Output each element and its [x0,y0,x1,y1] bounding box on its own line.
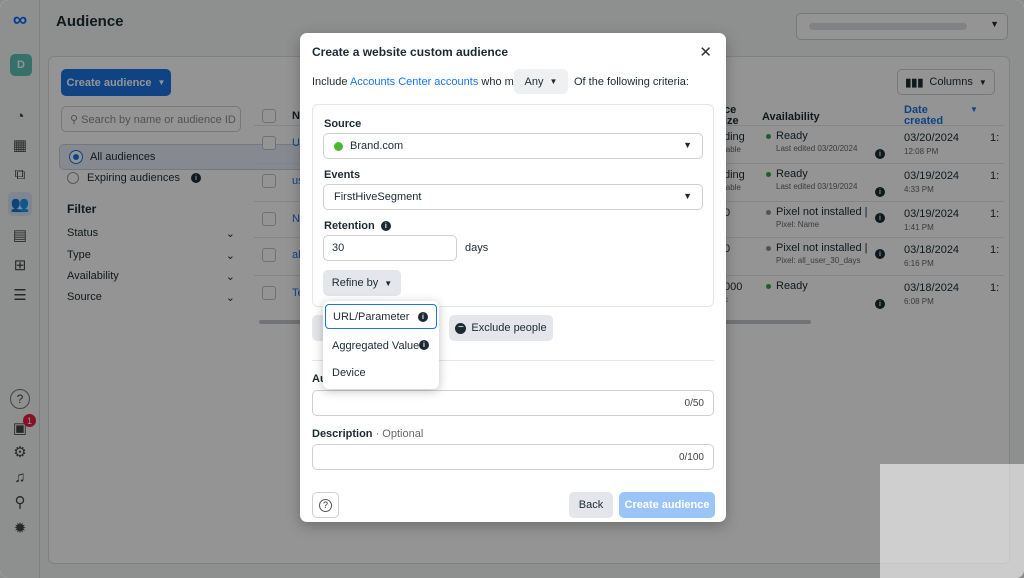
description-char-counter: 0/100 [678,452,704,463]
close-icon[interactable]: ✕ [699,43,712,61]
back-button[interactable]: Back [569,492,613,518]
audience-name-input[interactable]: 0/50 [312,390,714,416]
description-label-text: Description [312,428,373,440]
events-label: Events [324,169,361,181]
menu-item-aggregated-value[interactable]: Aggregated Value i [325,333,437,358]
custom-audience-dialog: Create a website custom audience ✕ Inclu… [300,33,726,522]
caret-down-icon: ▼ [549,77,558,86]
menu-item-device[interactable]: Device [325,360,437,385]
rule-panel: Source Brand.com ▼ Events FirstHiveSegme… [312,104,714,307]
menu-item-label: URL/Parameter [333,310,410,323]
question-icon: ? [319,498,332,512]
caret-down-icon: ▼ [683,191,692,201]
refine-by-button[interactable]: Refine by ▼ [323,270,401,296]
retention-label-text: Retention [324,220,375,232]
app-frame: ∞ D ◔ ▦ ⧉ 👥 ▤ ⊞ ☰ ? ▣ 1 ⚙ ♫ ⚲ ✹ Audience… [0,0,1024,578]
any-all-selector[interactable]: Any ▼ [514,69,568,94]
caret-down-icon: ▼ [384,278,393,288]
menu-item-label: Aggregated Value [332,339,420,352]
exclude-people-label: Exclude people [471,322,547,334]
menu-item-label: Device [332,366,366,379]
name-char-counter: 0/50 [684,398,704,409]
retention-unit: days [465,242,489,254]
source-select[interactable]: Brand.com ▼ [323,133,703,159]
minus-circle-icon: − [455,322,467,334]
exclude-people-button[interactable]: − Exclude people [449,315,553,341]
any-label: Any [524,75,544,88]
dialog-title: Create a website custom audience [312,45,509,59]
corner-overlay-panel [880,464,1024,578]
source-label: Source [324,118,362,130]
events-value: FirstHiveSegment [334,191,422,203]
optional-tag: · Optional [375,428,424,440]
source-value: Brand.com [350,140,404,152]
retention-input[interactable]: 30 [323,235,457,261]
status-dot-icon [334,141,343,151]
help-button[interactable]: ? [312,492,339,518]
create-audience-submit-button[interactable]: Create audience [619,492,715,518]
criteria-suffix: Of the following criteria: [574,76,689,88]
retention-label: Retention i [324,220,391,232]
refine-by-menu: URL/Parameter i Aggregated Value i Devic… [323,301,439,389]
info-icon[interactable]: i [380,221,391,232]
caret-down-icon: ▼ [683,140,692,150]
criteria-prefix: Include [312,76,348,88]
info-icon: i [419,340,429,350]
description-input[interactable]: 0/100 [312,444,714,470]
events-select[interactable]: FirstHiveSegment ▼ [323,184,703,210]
accounts-center-link[interactable]: Accounts Center accounts [350,76,478,88]
description-label: Description · Optional [312,428,423,440]
criteria-sentence: Include Accounts Center accounts who mee… [312,76,529,88]
refine-by-label: Refine by [331,277,379,289]
info-icon: i [418,312,428,322]
menu-item-url-parameter[interactable]: URL/Parameter i [325,304,437,329]
